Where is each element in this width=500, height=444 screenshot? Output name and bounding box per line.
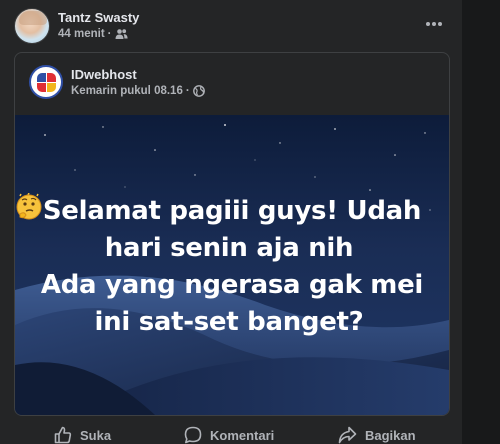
caption-line-4-wrap: ini sat-set banget?: [15, 194, 449, 341]
globe-icon[interactable]: [192, 85, 205, 97]
share-button[interactable]: Bagikan: [338, 420, 416, 444]
post-image[interactable]: Selamat pagiii guys! Udah hari senin aja…: [15, 115, 449, 415]
shared-page-name[interactable]: IDwebhost: [71, 67, 137, 82]
post-time[interactable]: 44 menit: [58, 28, 105, 40]
post-meta: 44 menit ·: [58, 28, 128, 40]
like-button[interactable]: Suka: [54, 420, 111, 444]
shared-meta-separator: ·: [185, 85, 190, 98]
more-options-button[interactable]: [418, 10, 450, 38]
comment-icon: [184, 426, 202, 444]
caption-line-1: Selamat pagiii guys! Udah: [42, 196, 422, 226]
more-horizontal-icon: [425, 15, 443, 33]
share-icon: [338, 426, 357, 444]
friends-icon[interactable]: [115, 28, 128, 40]
shared-post[interactable]: IDwebhost Kemarin pukul 08.16 · Selamat …: [14, 52, 450, 416]
page-background-strip: [462, 0, 500, 444]
author-name[interactable]: Tantz Swasty: [58, 10, 139, 25]
caption-line-4: ini sat-set banget?: [94, 307, 364, 337]
post-action-bar: Suka Komentari Bagikan: [12, 420, 452, 444]
like-label: Suka: [80, 427, 112, 443]
shared-post-header: IDwebhost Kemarin pukul 08.16 ·: [15, 53, 449, 115]
comment-button[interactable]: Komentari: [184, 420, 274, 444]
shared-post-time[interactable]: Kemarin pukul 08.16: [71, 85, 183, 97]
meta-separator: ·: [107, 28, 112, 41]
comment-label: Komentari: [210, 427, 275, 443]
post-header: Tantz Swasty 44 menit ·: [12, 6, 452, 46]
caption-line-3: Ada yang ngerasa gak mei: [40, 270, 424, 300]
image-caption: Selamat pagiii guys! Udah hari senin aja…: [15, 193, 449, 341]
author-avatar[interactable]: [14, 8, 50, 44]
share-label: Bagikan: [365, 427, 416, 443]
idwebhost-logo[interactable]: [29, 65, 63, 99]
shared-post-meta: Kemarin pukul 08.16 ·: [71, 85, 205, 97]
caption-line-2-wrap: hari senin aja nih: [15, 193, 449, 267]
thumbs-up-icon: [54, 426, 72, 444]
post-card: Tantz Swasty 44 menit · IDwebhost Kemari…: [0, 0, 462, 444]
caption-line-2: hari senin aja nih: [104, 233, 354, 263]
